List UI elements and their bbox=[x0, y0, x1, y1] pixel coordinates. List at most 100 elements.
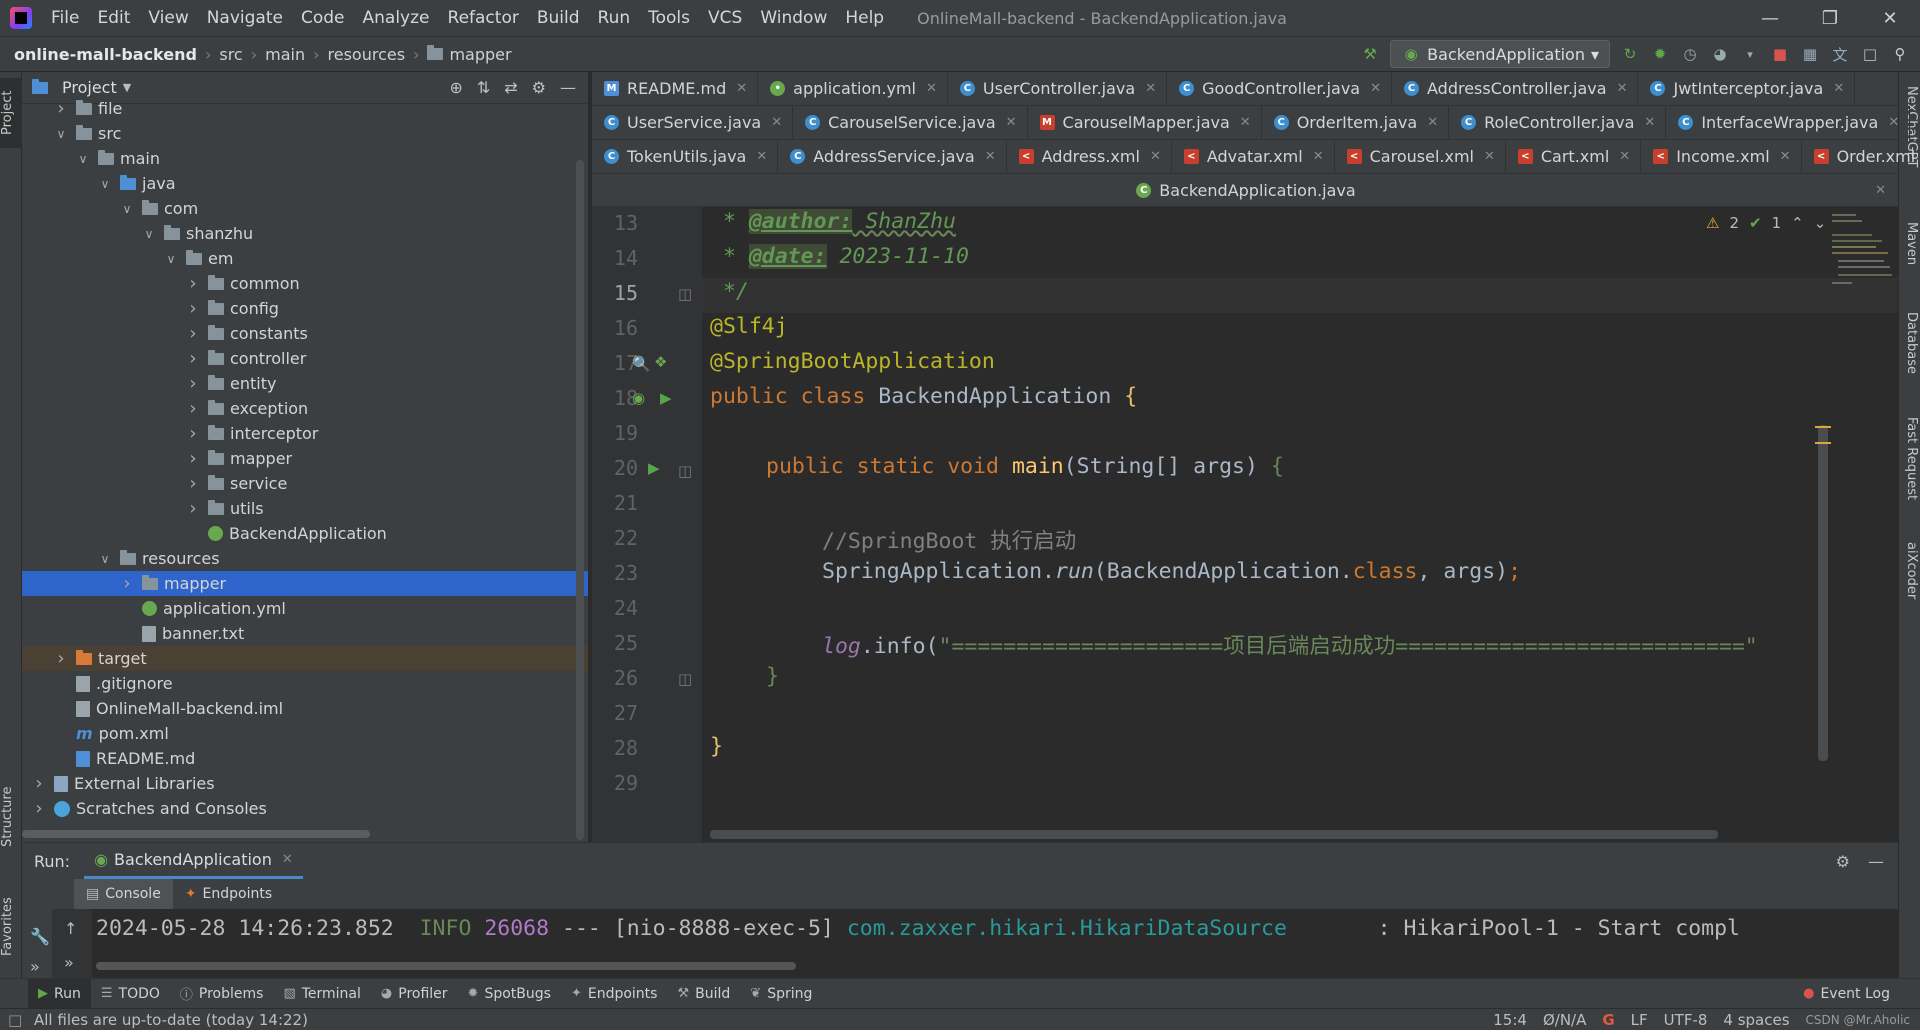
editor-tab[interactable]: C GoodController.java ✕ bbox=[1167, 72, 1392, 105]
close-icon[interactable]: ✕ bbox=[1617, 81, 1628, 96]
status-toggle-icon[interactable]: □ bbox=[8, 1011, 22, 1029]
project-vertical-scrollbar[interactable] bbox=[576, 160, 584, 840]
editor-tab[interactable]: C UserController.java ✕ bbox=[948, 72, 1168, 105]
editor-tab[interactable]: C JwtInterceptor.java ✕ bbox=[1638, 72, 1856, 105]
locate-file-icon[interactable]: ⊕ bbox=[449, 78, 462, 97]
tree-node[interactable]: › constants bbox=[22, 321, 588, 346]
editor-tab[interactable]: < Cart.xml ✕ bbox=[1506, 140, 1642, 173]
editor-vertical-scrollbar[interactable] bbox=[1818, 425, 1828, 761]
tool-window-terminal[interactable]: ▧ Terminal bbox=[273, 979, 370, 1009]
console-horizontal-scrollbar[interactable] bbox=[96, 962, 796, 970]
chevron-down-icon[interactable]: ⌄ bbox=[1814, 214, 1827, 232]
chevron-right-icon[interactable]: › bbox=[120, 573, 134, 594]
breadcrumb-mapper[interactable]: mapper bbox=[449, 45, 511, 64]
close-icon[interactable]: ✕ bbox=[985, 149, 996, 164]
tree-node[interactable]: › utils bbox=[22, 496, 588, 521]
run-gutter-icon[interactable]: ▶ bbox=[660, 389, 672, 407]
tree-node[interactable]: › controller bbox=[22, 346, 588, 371]
tool-window-spring[interactable]: ❦ Spring bbox=[740, 979, 822, 1009]
chevron-down-icon[interactable]: ∨ bbox=[164, 252, 178, 266]
close-icon[interactable]: ✕ bbox=[1860, 8, 1920, 29]
tool-window-spotbugs[interactable]: ✹ SpotBugs bbox=[458, 979, 561, 1009]
fold-icon[interactable]: ◫ bbox=[678, 285, 692, 303]
close-icon[interactable]: ✕ bbox=[1888, 115, 1899, 130]
editor-tab[interactable]: C TokenUtils.java ✕ bbox=[592, 140, 779, 173]
editor-tab[interactable]: <Order.xml✕ bbox=[1802, 140, 1920, 173]
tool-tab-aixcoder[interactable]: aiXcoder bbox=[1901, 542, 1919, 599]
inspection-widget[interactable]: ⚠ 2 ✔ 1 ⌃ ⌄ bbox=[1706, 214, 1826, 232]
editor-tab[interactable]: C UserService.java ✕ bbox=[592, 106, 794, 139]
run-gutter-icon[interactable]: ▶ bbox=[648, 459, 660, 477]
more-icon[interactable]: » bbox=[30, 957, 40, 976]
tree-node[interactable]: › exception bbox=[22, 396, 588, 421]
chevron-right-icon[interactable]: › bbox=[54, 648, 68, 669]
google-icon[interactable]: G bbox=[1602, 1011, 1614, 1029]
vcs-status[interactable]: Ø/N/A bbox=[1543, 1011, 1586, 1029]
breadcrumb-project[interactable]: online-mall-backend bbox=[14, 45, 197, 64]
editor-tab[interactable]: C OrderItem.java ✕ bbox=[1262, 106, 1450, 139]
close-icon[interactable]: ✕ bbox=[756, 149, 767, 164]
chevron-right-icon[interactable]: › bbox=[186, 448, 200, 469]
tree-node[interactable]: .gitignore bbox=[22, 671, 588, 696]
wrench-icon[interactable]: 🔧 bbox=[30, 927, 50, 946]
close-icon[interactable]: ✕ bbox=[1313, 149, 1324, 164]
editor-tab[interactable]: • application.yml ✕ bbox=[758, 72, 948, 105]
tree-node[interactable]: › Scratches and Consoles bbox=[22, 796, 588, 821]
close-icon[interactable]: ✕ bbox=[1484, 149, 1495, 164]
chevron-right-icon[interactable]: › bbox=[54, 98, 68, 119]
editor-tab[interactable]: < Carousel.xml ✕ bbox=[1335, 140, 1506, 173]
chevron-right-icon[interactable]: › bbox=[186, 473, 200, 494]
menu-run[interactable]: Run bbox=[589, 8, 640, 28]
tool-window-event-log[interactable]: ● Event Log bbox=[1793, 979, 1900, 1009]
tool-window-todo[interactable]: ☰ TODO bbox=[91, 979, 170, 1009]
tree-node[interactable]: ∨ main bbox=[22, 146, 588, 171]
menu-vcs[interactable]: VCS bbox=[699, 8, 751, 28]
tree-node[interactable]: › service bbox=[22, 471, 588, 496]
spring-run-icon[interactable]: ◉ bbox=[632, 389, 645, 407]
tool-tab-project[interactable]: Project bbox=[0, 78, 22, 148]
menu-help[interactable]: Help bbox=[836, 8, 893, 28]
menu-view[interactable]: View bbox=[139, 8, 197, 28]
console-output[interactable]: 2024-05-28 14:26:23.852 INFO 26068 --- [… bbox=[96, 909, 1886, 949]
warning-stripe-mark[interactable] bbox=[1815, 442, 1831, 444]
breadcrumb-main[interactable]: main bbox=[265, 45, 305, 64]
subtab-endpoints[interactable]: ✦ Endpoints bbox=[173, 886, 284, 902]
hide-icon[interactable]: — bbox=[1868, 852, 1884, 871]
bean-search-icon[interactable]: 🔍 bbox=[632, 355, 651, 373]
code-editor[interactable]: 13 14 15 16 17 18 19 20 21 22 23 24 25 26 27 28 29 * @au… bbox=[592, 207, 1898, 842]
tool-window-problems[interactable]: ⓘ Problems bbox=[170, 979, 274, 1009]
chevron-down-icon[interactable]: ▼ bbox=[123, 81, 131, 94]
chevron-down-icon[interactable]: ▾ bbox=[1740, 44, 1760, 64]
close-icon[interactable]: ✕ bbox=[1427, 115, 1438, 130]
tool-window-run[interactable]: ▶ Run bbox=[28, 978, 91, 1009]
chevron-right-icon[interactable]: › bbox=[186, 498, 200, 519]
tree-node[interactable]: banner.txt bbox=[22, 621, 588, 646]
close-icon[interactable]: ✕ bbox=[1833, 81, 1844, 96]
gear-icon[interactable]: ⚙ bbox=[532, 78, 546, 97]
close-icon[interactable]: ✕ bbox=[1006, 115, 1017, 130]
chevron-down-icon[interactable]: ∨ bbox=[98, 552, 112, 566]
tree-node[interactable]: ∨ shanzhu bbox=[22, 221, 588, 246]
gear-icon[interactable]: ⚙ bbox=[1836, 852, 1850, 871]
chevron-right-icon[interactable]: › bbox=[32, 798, 46, 819]
menu-edit[interactable]: Edit bbox=[88, 8, 139, 28]
fold-icon[interactable]: ◫ bbox=[678, 462, 692, 480]
tool-tab-structure[interactable]: Structure bbox=[0, 772, 22, 862]
close-icon[interactable]: ✕ bbox=[1619, 149, 1630, 164]
tree-node[interactable]: application.yml bbox=[22, 596, 588, 621]
chevron-right-icon[interactable]: › bbox=[186, 298, 200, 319]
editor-tab[interactable]: < Advatar.xml ✕ bbox=[1172, 140, 1335, 173]
menu-build[interactable]: Build bbox=[528, 8, 589, 28]
chevron-right-icon[interactable]: › bbox=[186, 323, 200, 344]
tree-node[interactable]: › interceptor bbox=[22, 421, 588, 446]
close-icon[interactable]: ✕ bbox=[1875, 183, 1886, 198]
close-icon[interactable]: ✕ bbox=[771, 115, 782, 130]
collapse-all-icon[interactable]: ⇄ bbox=[504, 78, 517, 97]
tree-node[interactable]: README.md bbox=[22, 746, 588, 771]
tool-tab-favorites[interactable]: Favorites bbox=[0, 882, 22, 972]
chevron-down-icon[interactable]: ∨ bbox=[142, 227, 156, 241]
project-horizontal-scrollbar[interactable] bbox=[22, 830, 370, 838]
warning-stripe-mark[interactable] bbox=[1815, 426, 1831, 428]
editor-horizontal-scrollbar[interactable] bbox=[710, 830, 1718, 839]
spring-bean-icon[interactable]: ❖ bbox=[654, 353, 667, 371]
